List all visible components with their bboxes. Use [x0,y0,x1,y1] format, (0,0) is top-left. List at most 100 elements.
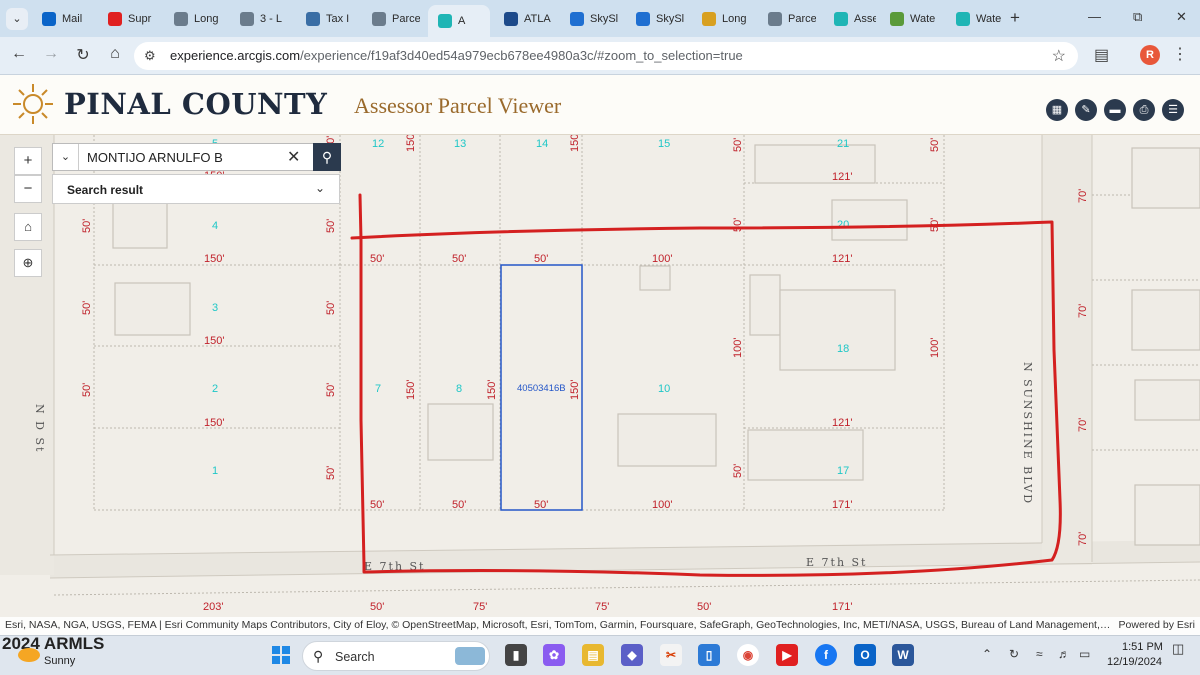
dimension-label: 50' [370,601,384,613]
building-footprints [112,144,1200,546]
street-label-n-d-st: N D St [33,404,46,453]
bookmark-star-icon[interactable]: ☆ [1052,46,1066,66]
browser-menu-icon[interactable]: ⋮ [1172,44,1188,64]
tray-overflow-icon[interactable]: ⌃ [982,647,992,661]
home-extent-button[interactable]: ⌂ [14,213,42,241]
reload-button[interactable]: ↻ [73,45,93,65]
map-tools-icon[interactable]: ✎ [1075,99,1097,121]
powered-by-esri-link[interactable]: Powered by Esri [1119,619,1195,631]
print-icon[interactable]: ⎙ [1133,99,1155,121]
browser-tab-label: Tax I [326,12,350,25]
wifi-icon[interactable]: ≈ [1036,647,1043,661]
globe-icon [768,11,782,26]
file-explorer-icon[interactable]: ▤ [582,644,604,666]
search-button[interactable]: ⚲ [313,143,341,171]
copilot-icon[interactable]: ✿ [543,644,565,666]
browser-tab[interactable]: Long [164,4,226,33]
layers-icon[interactable]: ☰ [1162,99,1184,121]
dimension-label: 150' [405,380,417,400]
globe-icon [372,11,386,26]
search-input[interactable]: MONTIJO ARNULFO B [87,150,223,165]
home-button[interactable]: ⌂ [105,45,125,63]
taskbar-search-box[interactable]: ⚲ Search [302,641,490,671]
site-info-icon[interactable]: ⚙ [144,48,156,64]
chevron-down-icon[interactable]: ⌄ [315,181,325,195]
minimize-icon[interactable]: — [1088,9,1101,24]
phone-link-icon[interactable]: ▯ [698,644,720,666]
dimension-label: 100' [732,338,744,358]
parcel-map[interactable]: 40503416B 5 4 3 2 1 12 13 14 15 21 20 7 … [0,135,1200,635]
armls-watermark: 2024 ARMLS [2,634,105,653]
search-result-panel[interactable]: Search result ⌄ [52,174,340,204]
parcel-number: 8 [456,383,462,395]
browser-tab-label: Long [194,12,219,25]
back-button[interactable]: ← [9,45,29,63]
browser-tab[interactable]: ATLA [494,4,556,33]
map-canvas[interactable]: 40503416B 5 4 3 2 1 12 13 14 15 21 20 7 … [0,135,1200,635]
close-window-icon[interactable]: ✕ [1176,9,1187,25]
outlook-icon [42,11,56,26]
browser-tab[interactable]: A [428,5,490,37]
browser-tab[interactable]: Parce [758,4,820,33]
address-bar[interactable]: ⚙ experience.arcgis.com/experience/f19af… [134,42,1078,70]
word-icon[interactable]: W [892,644,914,666]
url-text[interactable]: experience.arcgis.com/experience/f19af3d… [170,48,743,63]
browser-tab-label: Parce [392,12,420,25]
tab-list-button[interactable]: ⌄ [6,8,28,30]
browser-tab[interactable]: Parce [362,4,424,33]
chrome-icon[interactable]: ◉ [737,644,759,666]
long-icon [702,11,716,26]
extensions-icon[interactable]: ▤ [1094,45,1109,65]
browser-tab[interactable]: Wate [880,4,942,33]
clear-search-icon[interactable]: ✕ [287,147,300,167]
search-source-dropdown[interactable]: ⌄ [53,144,79,170]
measure-icon[interactable]: ▬ [1104,99,1126,121]
profile-avatar[interactable]: R [1140,45,1160,65]
forward-button[interactable]: → [41,45,61,63]
sync-icon[interactable]: ↻ [1009,647,1019,661]
dimension-label: 70' [1077,189,1089,203]
clock-time[interactable]: 1:51 PM [1122,641,1163,653]
browser-tab[interactable]: Asse [824,4,876,33]
restore-icon[interactable]: ⧉ [1133,9,1142,25]
dimension-label: 50' [452,253,466,265]
dimension-label: 75' [473,601,487,613]
dimension-label: 50' [697,601,711,613]
search-widget: ⌄ MONTIJO ARNULFO B ✕ ⚲ [52,143,341,171]
browser-tab[interactable]: Long [692,4,754,33]
browser-tab-label: 3 - L [260,12,283,25]
new-tab-button[interactable]: + [1010,8,1020,28]
taskbar-search-label: Search [335,650,375,664]
locate-button[interactable]: ⊕ [14,249,42,277]
dimension-label: 150' [569,380,581,400]
zoom-out-button[interactable]: − [14,175,42,203]
grid-apps-icon[interactable]: ▦ [1046,99,1068,121]
task-view-icon[interactable]: ▮ [505,644,527,666]
clock-date[interactable]: 12/19/2024 [1107,656,1162,668]
browser-tab-label: Asse [854,12,876,25]
facebook-icon[interactable]: f [815,644,837,666]
browser-tab[interactable]: Supr [98,4,160,33]
dimension-label: 121' [832,417,852,429]
zoom-in-button[interactable]: + [14,147,42,175]
notifications-icon[interactable]: ◫ [1172,641,1184,657]
browser-tab[interactable]: Mail [32,4,94,33]
dimension-label: 50' [732,138,744,152]
browser-tab[interactable]: SkySl [560,4,622,33]
store-icon[interactable]: ◆ [621,644,643,666]
weather-sun-icon[interactable] [18,648,40,662]
parcel-number: 15 [658,138,670,150]
outlook-icon[interactable]: O [854,644,876,666]
browser-tab-label: SkySl [590,12,618,25]
snipping-tool-icon[interactable]: ✂ [660,644,682,666]
battery-icon[interactable]: ▭ [1079,647,1090,661]
youtube-icon[interactable]: ▶ [776,644,798,666]
windows-start-icon[interactable] [272,646,290,664]
browser-tab[interactable]: SkySl [626,4,688,33]
weather-text[interactable]: Sunny [44,655,75,667]
volume-icon[interactable]: ♬ [1058,647,1070,661]
browser-tab-label: Long [722,12,747,25]
browser-tab[interactable]: 3 - L [230,4,292,33]
browser-tab[interactable]: Wate [946,4,1006,33]
browser-tab[interactable]: Tax I [296,4,358,33]
